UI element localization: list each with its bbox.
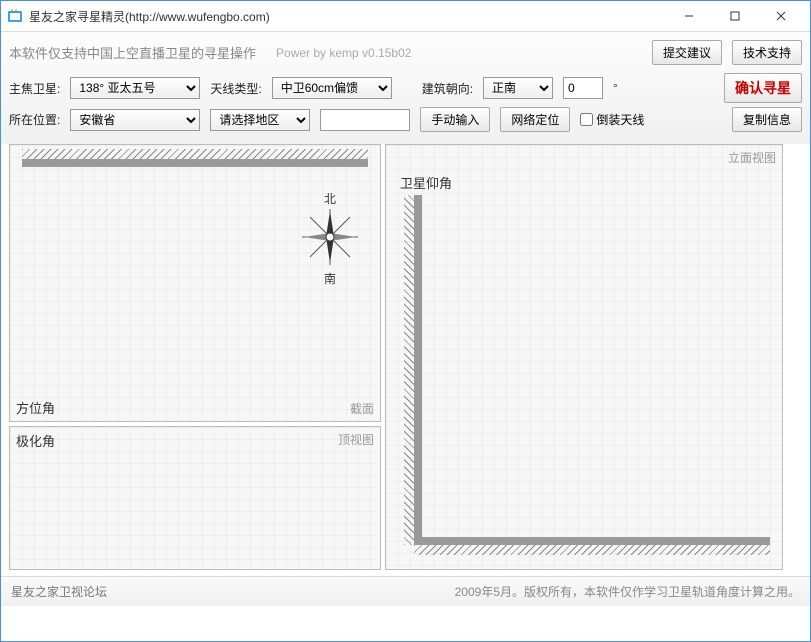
north-label: 北 [300, 190, 360, 207]
hint-text: 本软件仅支持中国上空直播卫星的寻星操作 [9, 43, 256, 62]
manual-input-button[interactable]: 手动输入 [420, 107, 490, 132]
elevation-hatch-v [404, 195, 414, 545]
elevation-hatch-h [414, 545, 770, 555]
antenna-type-select[interactable]: 中卫60cm偏馈 [272, 77, 392, 99]
azimuth-label: 方位角 [16, 398, 55, 417]
elevation-label: 卫星仰角 [400, 173, 452, 192]
invert-antenna-checkbox[interactable]: 倒装天线 [580, 111, 644, 128]
window-title: 星友之家寻星精灵(http://www.wufengbo.com) [29, 8, 666, 25]
elevation-bar-h [414, 537, 770, 545]
elevation-bar-v [414, 195, 422, 545]
south-label: 南 [300, 270, 360, 287]
copyright-text: 2009年5月。版权所有，本软件仅作学习卫星轨道角度计算之用。 [455, 583, 800, 600]
elevation-panel: 立面视图 卫星仰角 [385, 144, 783, 570]
panels-area: 截面 方位角 北 南 顶视图 极化角 [1, 144, 810, 576]
angle-input[interactable] [563, 77, 603, 99]
titlebar: 星友之家寻星精灵(http://www.wufengbo.com) [1, 1, 810, 31]
powered-by: Power by kemp v0.15b02 [276, 46, 411, 60]
toolbar-area: 本软件仅支持中国上空直播卫星的寻星操作 Power by kemp v0.15b… [1, 31, 810, 144]
footer: 星友之家卫视论坛 2009年5月。版权所有，本软件仅作学习卫星轨道角度计算之用。 [1, 576, 810, 606]
invert-antenna-input[interactable] [580, 113, 593, 126]
suggest-button[interactable]: 提交建议 [652, 40, 722, 65]
province-select[interactable]: 安徽省 [70, 109, 200, 131]
app-icon [7, 8, 23, 24]
confirm-search-button[interactable]: 确认寻星 [724, 73, 802, 103]
compass-icon: 北 南 [300, 190, 360, 287]
degree-symbol: ° [613, 81, 618, 95]
topview-panel-tag: 顶视图 [338, 431, 374, 448]
minimize-button[interactable] [666, 1, 712, 31]
satellite-select[interactable]: 138° 亚太五号 [70, 77, 200, 99]
building-label: 建筑朝向: [422, 80, 473, 97]
support-button[interactable]: 技术支持 [732, 40, 802, 65]
section-bar [22, 159, 368, 167]
forum-link[interactable]: 星友之家卫视论坛 [11, 583, 107, 600]
copy-info-button[interactable]: 复制信息 [732, 107, 802, 132]
section-panel-tag: 截面 [350, 400, 374, 417]
close-button[interactable] [758, 1, 804, 31]
maximize-button[interactable] [712, 1, 758, 31]
section-hatch [22, 149, 368, 159]
building-select[interactable]: 正南 [483, 77, 553, 99]
satellite-label: 主焦卫星: [9, 80, 60, 97]
topview-panel: 顶视图 极化角 [9, 426, 381, 570]
section-panel: 截面 方位角 北 南 [9, 144, 381, 422]
region-select[interactable]: 请选择地区 [210, 109, 310, 131]
invert-antenna-label: 倒装天线 [596, 111, 644, 128]
antenna-type-label: 天线类型: [210, 80, 261, 97]
elevation-panel-tag: 立面视图 [728, 149, 776, 166]
network-locate-button[interactable]: 网络定位 [500, 107, 570, 132]
polarization-label: 极化角 [16, 431, 55, 450]
location-text-input[interactable] [320, 109, 410, 131]
location-label: 所在位置: [9, 111, 60, 128]
